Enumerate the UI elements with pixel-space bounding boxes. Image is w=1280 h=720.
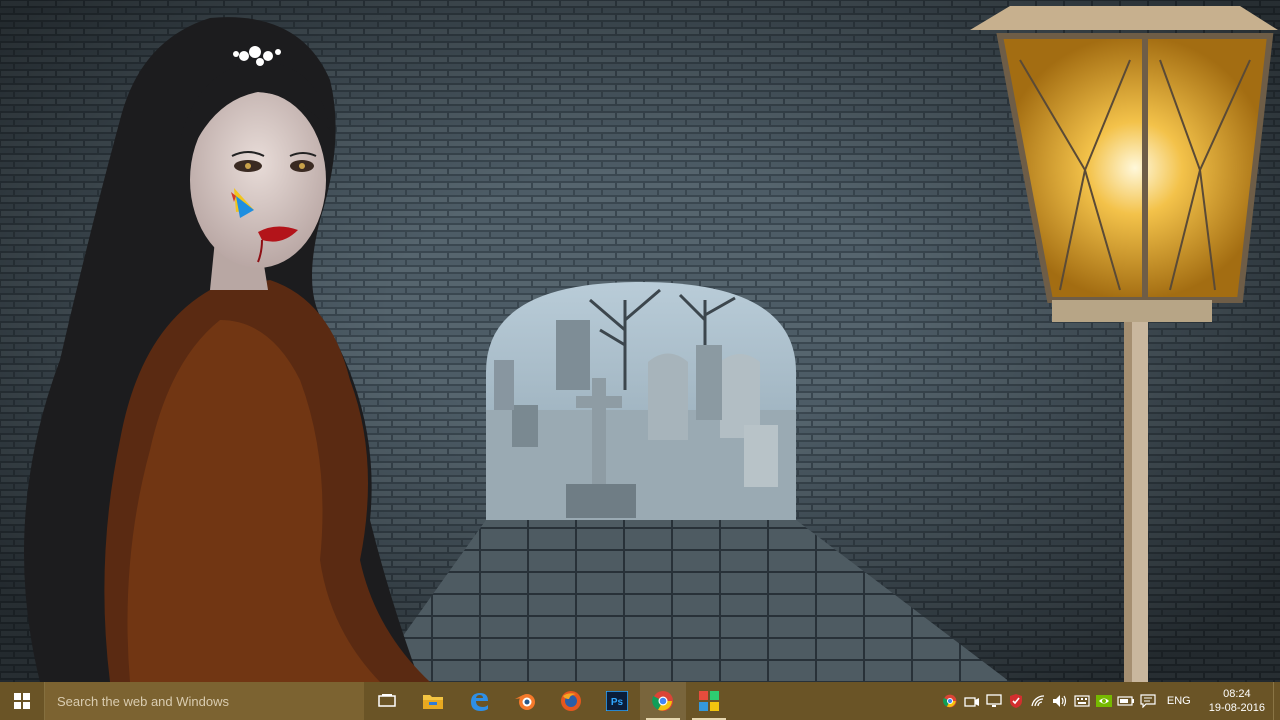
app-grid-button[interactable] [686, 682, 732, 720]
display-icon [986, 694, 1002, 707]
tray-display[interactable] [983, 682, 1005, 720]
system-tray: ENG 08:24 19-08-2016 [939, 682, 1280, 720]
action-center-icon [1140, 694, 1156, 708]
photoshop-button[interactable]: Ps [594, 682, 640, 720]
tray-camera[interactable] [961, 682, 983, 720]
blender-icon [515, 694, 535, 710]
task-view-icon [378, 694, 396, 707]
clock[interactable]: 08:24 19-08-2016 [1201, 687, 1273, 715]
nvidia-icon [1095, 695, 1112, 707]
tray-shield[interactable] [1005, 682, 1027, 720]
svg-text:Ps: Ps [611, 697, 624, 708]
chrome-icon [652, 691, 673, 711]
battery-icon [1117, 696, 1134, 706]
tray-wifi[interactable] [1027, 682, 1049, 720]
edge-icon [471, 693, 488, 711]
clock-time: 08:24 [1223, 688, 1251, 700]
desktop-wallpaper [0, 0, 1280, 682]
chrome-icon [942, 694, 957, 708]
edge-button[interactable] [456, 682, 502, 720]
task-view-button[interactable] [364, 682, 410, 720]
windows-logo-icon [14, 693, 30, 709]
camera-icon [964, 697, 979, 707]
tray-input[interactable] [1071, 682, 1093, 720]
volume-icon [1052, 695, 1066, 707]
file-explorer-button[interactable] [410, 682, 456, 720]
tray-nvidia[interactable] [1093, 682, 1115, 720]
mouse-cursor [228, 188, 258, 220]
shield-icon [1009, 694, 1022, 708]
clock-date: 19-08-2016 [1208, 702, 1265, 714]
taskbar: Search the web and Windows Ps ENG 08:24 … [0, 682, 1280, 720]
folder-icon [423, 695, 443, 709]
language-indicator[interactable]: ENG [1159, 695, 1201, 707]
start-button[interactable] [0, 682, 44, 720]
tray-battery[interactable] [1115, 682, 1137, 720]
chrome-button[interactable] [640, 682, 686, 720]
tray-chrome[interactable] [939, 682, 961, 720]
wifi-icon [1031, 695, 1044, 707]
colored-tiles-icon [699, 691, 719, 711]
tray-volume[interactable] [1049, 682, 1071, 720]
blender-button[interactable] [502, 682, 548, 720]
photoshop-icon: Ps [606, 691, 628, 711]
firefox-button[interactable] [548, 682, 594, 720]
firefox-icon [561, 691, 581, 711]
search-placeholder: Search the web and Windows [57, 693, 229, 709]
tray-notifications[interactable] [1137, 682, 1159, 720]
show-desktop-button[interactable] [1273, 682, 1280, 720]
search-input[interactable]: Search the web and Windows [44, 682, 364, 720]
keyboard-icon [1074, 695, 1090, 707]
